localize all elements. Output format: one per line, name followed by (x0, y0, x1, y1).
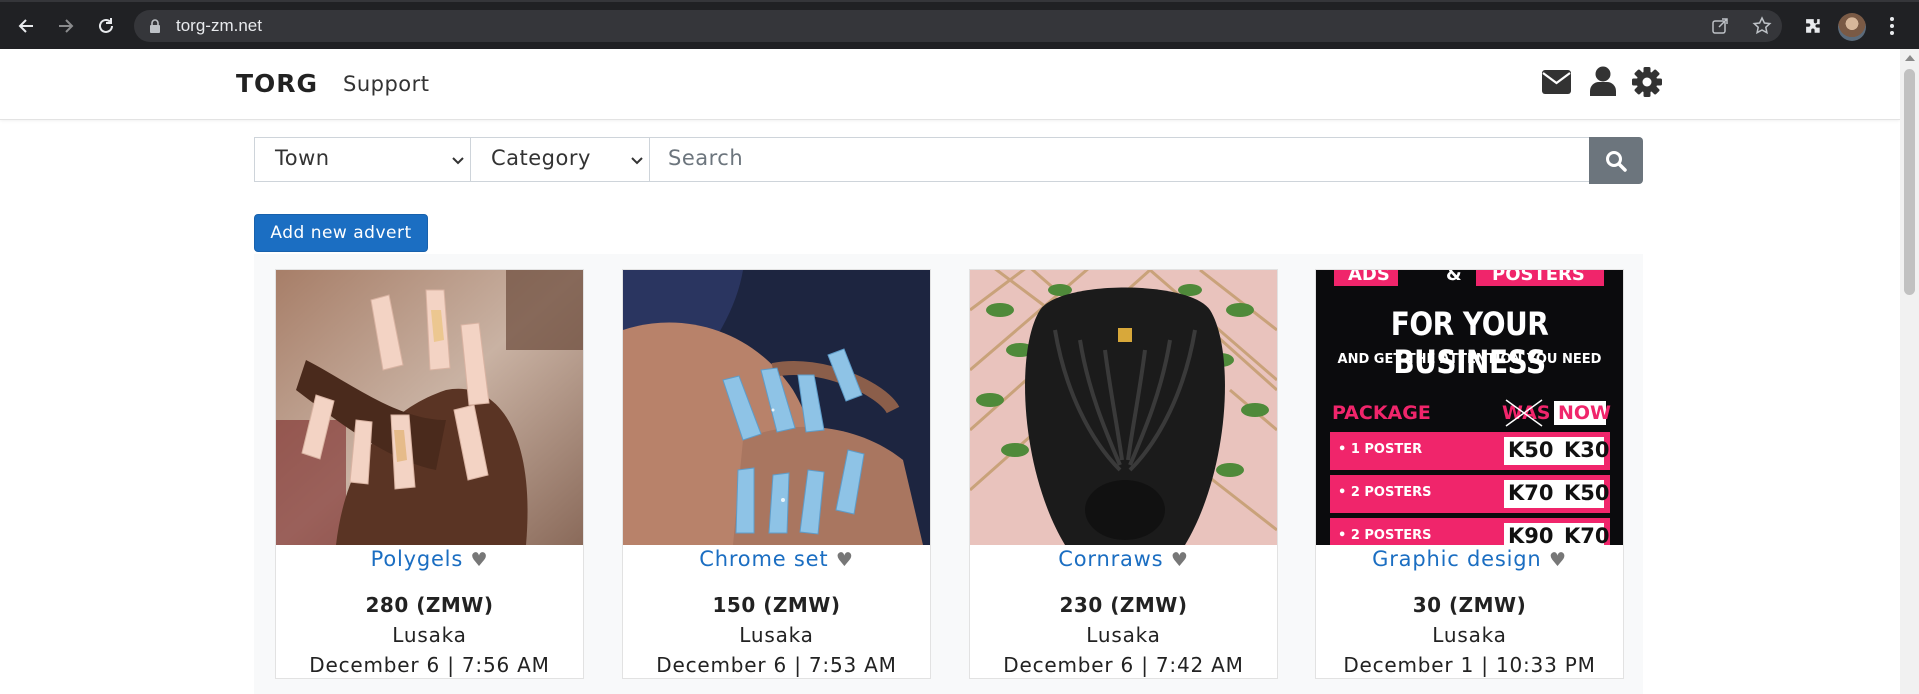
listing-card[interactable]: Cornraws ♥ 230 (ZMW) Lusaka December 6 |… (969, 269, 1278, 679)
scroll-up-arrow-icon[interactable] (1905, 55, 1915, 61)
listing-price: 230 (ZMW) (1059, 593, 1188, 617)
user-icon[interactable] (1590, 66, 1616, 96)
listing-date: December 6 | 7:56 AM (309, 653, 550, 677)
poster-row-was: K50 (1508, 438, 1554, 462)
chevron-down-icon (631, 157, 643, 165)
poster-headline: FOR YOUR BUSINESS (1390, 305, 1549, 381)
search-icon (1606, 150, 1627, 172)
favorite-heart-icon[interactable]: ♥ (836, 549, 854, 571)
search-placeholder: Search (668, 146, 744, 170)
listing-title[interactable]: Cornraws (1058, 547, 1163, 571)
reload-icon[interactable] (94, 14, 118, 38)
page-scrollbar[interactable] (1900, 49, 1919, 694)
listing-title-link[interactable]: Chrome set ♥ (623, 547, 930, 571)
support-link[interactable]: Support (343, 72, 430, 96)
listing-date: December 6 | 7:53 AM (656, 653, 897, 677)
listing-title-link[interactable]: Polygels ♥ (276, 547, 583, 571)
listing-title[interactable]: Chrome set (699, 547, 828, 571)
listing-photo-nails-pink[interactable] (276, 270, 583, 545)
search-input[interactable]: Search (649, 137, 1590, 182)
listing-town: Lusaka (1086, 623, 1161, 647)
poster-row-label: • 2 POSTERS (1338, 485, 1432, 500)
listing-card[interactable]: ADS & POSTERS FOR YOUR BUSINESS AND GET … (1315, 269, 1624, 679)
brand-logo[interactable]: TORG (236, 69, 318, 98)
browser-toolbar: torg-zm.net (0, 0, 1919, 49)
listing-card[interactable]: Polygels ♥ 280 (ZMW) Lusaka December 6 |… (275, 269, 584, 679)
lock-icon (150, 19, 160, 33)
listing-photo-braids[interactable] (970, 270, 1277, 545)
back-icon[interactable] (14, 14, 38, 38)
listing-date: December 6 | 7:42 AM (1003, 653, 1244, 677)
favorite-heart-icon[interactable]: ♥ (1549, 549, 1567, 571)
poster-row-label: • 2 POSTERS (1338, 528, 1432, 543)
browser-menu-icon[interactable] (1886, 14, 1898, 38)
poster-row-now: K30 (1564, 438, 1610, 462)
address-bar[interactable]: torg-zm.net (134, 10, 1782, 42)
listing-title-link[interactable]: Cornraws ♥ (970, 547, 1277, 571)
poster-now-label: NOW (1558, 402, 1612, 424)
listing-date: December 1 | 10:33 PM (1343, 653, 1596, 677)
add-new-advert-button[interactable]: Add new advert (254, 214, 428, 252)
listing-card[interactable]: Chrome set ♥ 150 (ZMW) Lusaka December 6… (622, 269, 931, 679)
share-icon[interactable] (1710, 16, 1730, 36)
listing-photo-nails-blue[interactable] (623, 270, 930, 545)
poster-row-now: K50 (1564, 481, 1610, 505)
listing-town: Lusaka (739, 623, 814, 647)
favorite-heart-icon[interactable]: ♥ (471, 549, 489, 571)
search-form: Town Category Search (254, 137, 1643, 184)
top-navbar: TORG Support (0, 49, 1900, 120)
listing-title[interactable]: Graphic design (1372, 547, 1541, 571)
listing-photo-poster[interactable]: ADS & POSTERS FOR YOUR BUSINESS AND GET … (1316, 270, 1623, 545)
category-select[interactable]: Category (470, 137, 650, 182)
listing-town: Lusaka (1432, 623, 1507, 647)
poster-row-was: K70 (1508, 481, 1554, 505)
settings-gear-icon[interactable] (1632, 67, 1662, 97)
mail-icon[interactable] (1542, 70, 1571, 94)
poster-top-amp: & (1446, 270, 1462, 285)
forward-icon[interactable] (54, 14, 78, 38)
poster-top-right: POSTERS (1492, 270, 1585, 285)
town-select[interactable]: Town (254, 137, 471, 182)
chevron-down-icon (452, 157, 464, 165)
bookmark-star-icon[interactable] (1752, 16, 1772, 36)
poster-package-label: PACKAGE (1332, 402, 1431, 424)
search-button[interactable] (1589, 137, 1643, 184)
strikethrough-icon (1505, 399, 1543, 427)
listing-title-link[interactable]: Graphic design ♥ (1316, 547, 1623, 571)
listing-price: 150 (ZMW) (712, 593, 841, 617)
poster-top-left: ADS (1348, 270, 1390, 285)
scrollbar-thumb[interactable] (1904, 69, 1915, 295)
poster-row-now: K70 (1564, 524, 1610, 545)
town-select-label: Town (275, 146, 330, 170)
listing-title[interactable]: Polygels (371, 547, 463, 571)
url-text: torg-zm.net (176, 16, 262, 35)
listing-price: 30 (ZMW) (1412, 593, 1527, 617)
category-select-label: Category (491, 146, 591, 170)
poster-subline: AND GET THE ATTENTION YOU NEED (1337, 352, 1602, 367)
favorite-heart-icon[interactable]: ♥ (1171, 549, 1189, 571)
poster-row-was: K90 (1508, 524, 1554, 545)
page: TORG Support Town Category Search Add ne… (0, 49, 1900, 694)
profile-avatar[interactable] (1838, 13, 1866, 41)
listing-town: Lusaka (392, 623, 467, 647)
listing-price: 280 (ZMW) (365, 593, 494, 617)
extensions-icon[interactable] (1801, 14, 1825, 38)
poster-row-label: • 1 POSTER (1338, 442, 1423, 457)
